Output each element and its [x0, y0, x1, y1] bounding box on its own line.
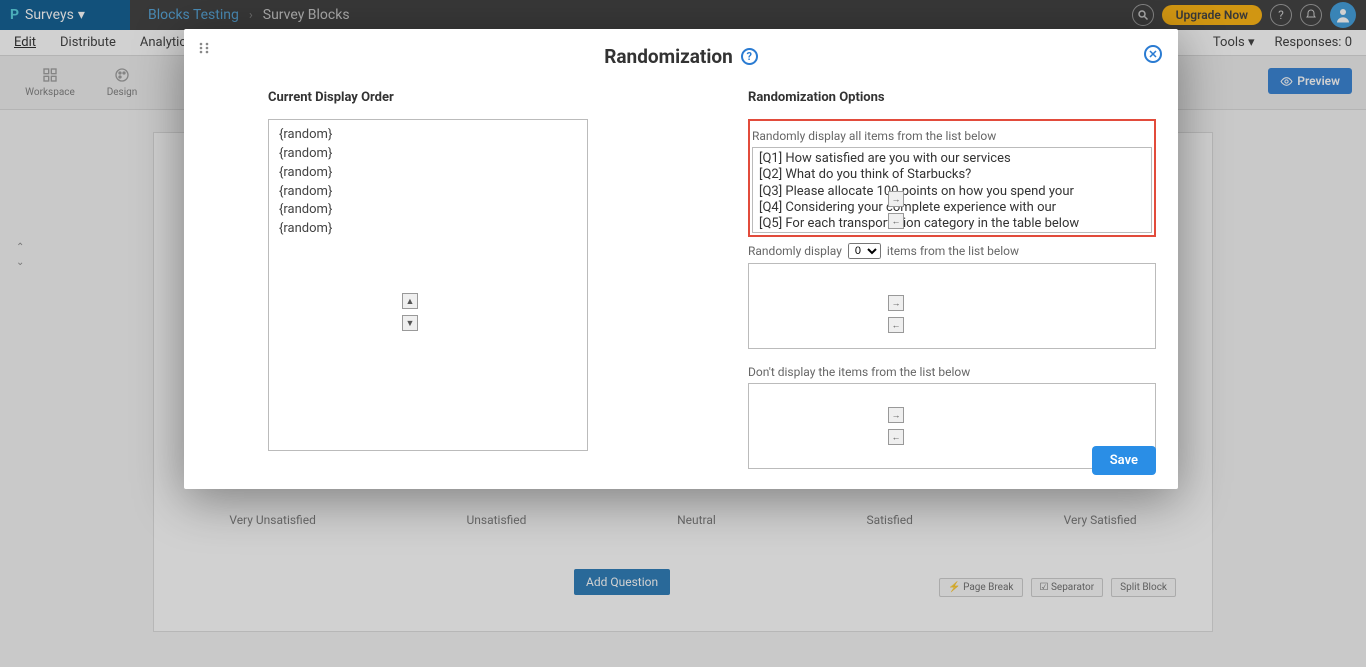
opt3-label: Don't display the items from the list be… [748, 365, 1156, 379]
display-order-list[interactable]: {random} {random} {random} {random} {ran… [268, 119, 588, 451]
list-item[interactable]: {random} [279, 220, 577, 239]
move-up-button[interactable]: ▲ [402, 293, 418, 309]
list-item[interactable]: [Q3] Please allocate 100 points on how y… [759, 184, 1145, 200]
list-item[interactable]: [Q5] For each transportation category in… [759, 216, 1145, 232]
list-item[interactable]: {random} [279, 145, 577, 164]
random-count-select[interactable]: 0 [848, 243, 881, 259]
modal-help-button[interactable]: ? [741, 48, 758, 65]
list-item[interactable]: [Q4] Considering your complete experienc… [759, 200, 1145, 216]
transfer-left-2[interactable]: ← [888, 317, 904, 333]
transfer-right-2[interactable]: → [888, 295, 904, 311]
list-item[interactable]: {random} [279, 126, 577, 145]
modal-close-button[interactable]: ✕ [1144, 45, 1162, 63]
list-item[interactable]: [Q1] How satisfied are you with our serv… [759, 151, 1145, 167]
list-item[interactable]: {random} [279, 183, 577, 202]
opt2-row: Randomly display 0 items from the list b… [748, 243, 1156, 259]
list-item[interactable]: {random} [279, 201, 577, 220]
modal-title: Randomization ? [206, 45, 1156, 68]
grip-icon [198, 41, 212, 55]
list-item[interactable]: {random} [279, 164, 577, 183]
list-item[interactable]: [Q2] What do you think of Starbucks? [759, 167, 1145, 183]
transfer-right-1[interactable]: → [888, 191, 904, 207]
modal-drag-handle[interactable] [198, 41, 212, 55]
transfer-left-1[interactable]: ← [888, 213, 904, 229]
save-button[interactable]: Save [1092, 446, 1156, 475]
random-n-list[interactable] [748, 263, 1156, 349]
move-down-button[interactable]: ▼ [402, 315, 418, 331]
right-section-header: Randomization Options [748, 90, 1156, 105]
opt1-label: Randomly display all items from the list… [752, 129, 1152, 143]
random-all-list[interactable]: [Q1] How satisfied are you with our serv… [752, 147, 1152, 233]
transfer-right-3[interactable]: → [888, 407, 904, 423]
highlighted-option: Randomly display all items from the list… [748, 119, 1156, 237]
randomization-modal: Randomization ? ✕ ▲ ▼ → ← → ← → ← Curren… [184, 29, 1178, 489]
left-section-header: Current Display Order [268, 90, 588, 105]
transfer-left-3[interactable]: ← [888, 429, 904, 445]
